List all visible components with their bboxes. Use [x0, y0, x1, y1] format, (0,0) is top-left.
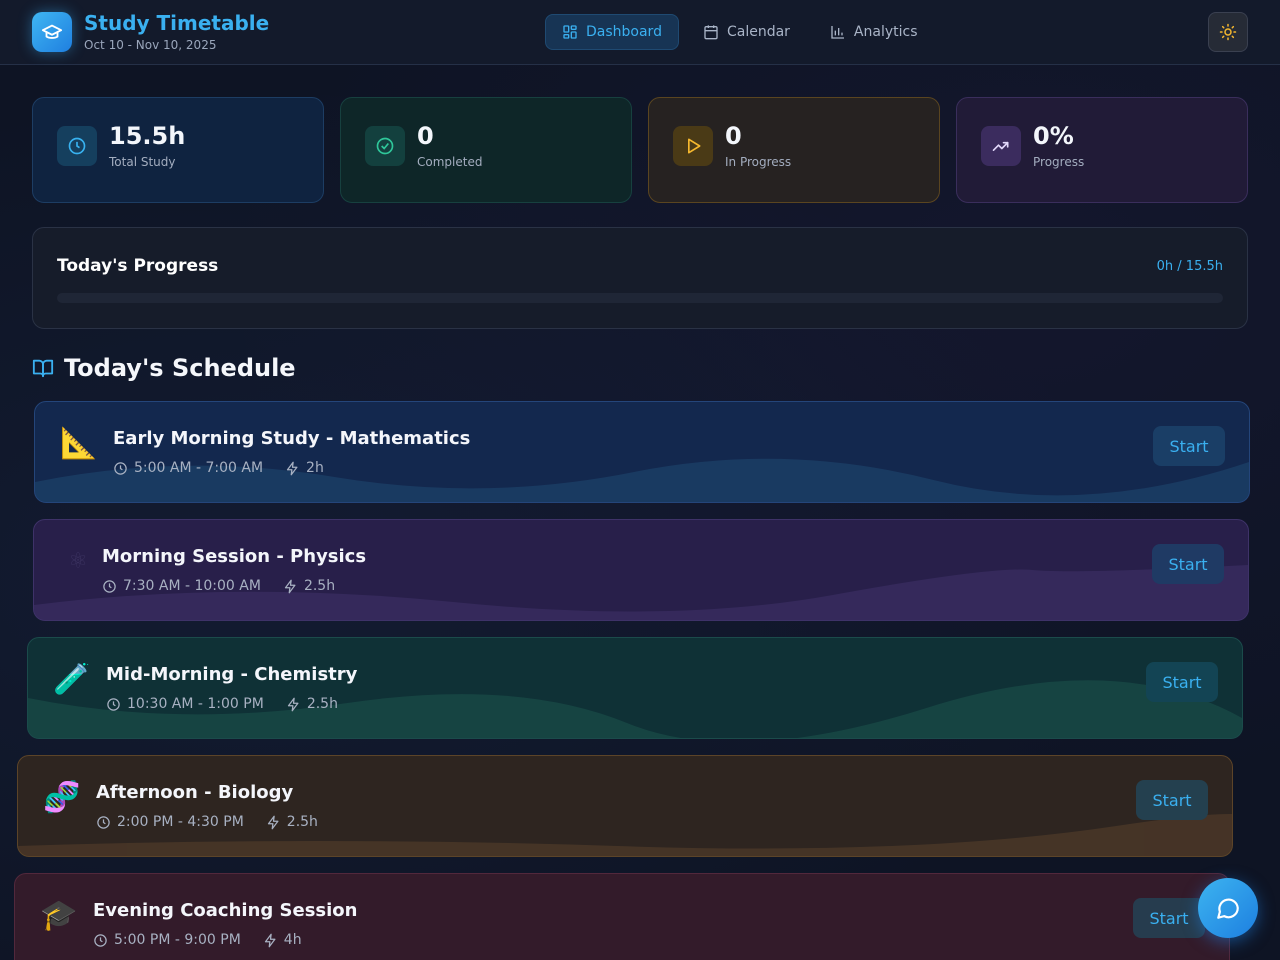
session-time: 10:30 AM - 1:00 PM [127, 696, 264, 712]
session-title: Morning Session - Physics [102, 546, 367, 567]
stat-value: 15.5h [109, 122, 186, 150]
stat-card-total-study: 15.5h Total Study [32, 97, 324, 203]
session-meta: 5:00 PM - 9:00 PM 4h [93, 930, 302, 950]
progress-title: Today's Progress [57, 256, 219, 276]
clock-icon [97, 815, 110, 829]
lightning-icon [284, 579, 296, 593]
calendar-icon [704, 25, 718, 40]
nav-dashboard-label: Dashboard [586, 24, 662, 40]
session-card[interactable]: 📐 Early Morning Study - Mathematics 5:00… [34, 401, 1250, 503]
lightning-icon [287, 697, 299, 711]
session-duration: 2.5h [306, 696, 338, 712]
bar-chart-icon [831, 26, 844, 39]
chat-bubble-icon [1217, 898, 1239, 919]
progress-value: 0h / 15.5h [1156, 259, 1223, 274]
session-emoji: 🎓 [40, 898, 78, 933]
session-duration: 2.5h [303, 578, 336, 594]
app-header: Study Timetable Oct 10 - Nov 10, 2025 Da… [0, 0, 1280, 65]
start-button[interactable]: Start [1136, 780, 1208, 820]
theme-toggle-button[interactable] [1208, 12, 1248, 52]
trending-up-icon [981, 126, 1021, 166]
stat-value: 0% [1033, 122, 1074, 150]
session-meta: 5:00 AM - 7:00 AM 2h [113, 458, 324, 478]
clock-icon [57, 126, 97, 166]
nav-analytics-label: Analytics [853, 24, 918, 40]
session-time: 2:00 PM - 4:30 PM [117, 814, 244, 830]
schedule-heading: Today's Schedule [32, 352, 296, 384]
progress-bar [57, 293, 1223, 303]
dashboard-icon [563, 25, 577, 39]
session-title: Afternoon - Biology [96, 782, 294, 803]
session-title: Evening Coaching Session [93, 900, 358, 921]
session-emoji: ⚛ [68, 549, 88, 574]
nav-calendar[interactable]: Calendar [687, 14, 806, 50]
session-duration: 2h [306, 460, 324, 476]
start-button[interactable]: Start [1133, 898, 1205, 938]
date-range: Oct 10 - Nov 10, 2025 [84, 38, 217, 52]
schedule-title: Today's Schedule [64, 354, 296, 382]
lightning-icon [264, 933, 276, 947]
stat-label: Progress [1033, 155, 1085, 169]
main-nav: Dashboard Calendar Analytics [545, 14, 934, 50]
session-duration: 4h [283, 932, 302, 948]
session-title: Mid-Morning - Chemistry [106, 664, 358, 685]
stat-label: Total Study [109, 155, 176, 169]
play-icon [673, 126, 713, 166]
session-emoji: 📐 [60, 426, 98, 461]
lightning-icon [267, 815, 279, 829]
session-emoji: 🧪 [53, 662, 91, 697]
sun-icon [1219, 23, 1237, 41]
stat-label: Completed [417, 155, 483, 169]
start-button[interactable]: Start [1153, 426, 1225, 466]
session-time: 5:00 AM - 7:00 AM [134, 460, 264, 476]
book-open-icon [32, 359, 54, 378]
stat-label: In Progress [725, 155, 792, 169]
chat-button[interactable] [1198, 878, 1258, 938]
nav-dashboard[interactable]: Dashboard [545, 14, 679, 50]
stat-card-in-progress: 0 In Progress [648, 97, 940, 203]
check-circle-icon [365, 126, 405, 166]
session-meta: 7:30 AM - 10:00 AM 2.5h [102, 576, 335, 596]
clock-icon [114, 461, 127, 475]
stat-value: 0 [725, 122, 742, 150]
session-time: 7:30 AM - 10:00 AM [123, 578, 261, 594]
session-card[interactable]: ⚛ Morning Session - Physics 7:30 AM - 10… [33, 519, 1249, 621]
start-button[interactable]: Start [1146, 662, 1218, 702]
session-meta: 10:30 AM - 1:00 PM 2.5h [106, 694, 338, 714]
session-title: Early Morning Study - Mathematics [113, 428, 471, 449]
session-card[interactable]: 🧬 Afternoon - Biology 2:00 PM - 4:30 PM … [17, 755, 1233, 857]
clock-icon [94, 933, 107, 947]
stat-value: 0 [417, 122, 434, 150]
clock-icon [103, 579, 116, 593]
start-button[interactable]: Start [1152, 544, 1224, 584]
app-title: Study Timetable [84, 11, 270, 35]
lightning-icon [286, 461, 298, 475]
graduation-cap-icon [32, 12, 72, 52]
session-meta: 2:00 PM - 4:30 PM 2.5h [96, 812, 318, 832]
session-duration: 2.5h [286, 814, 318, 830]
todays-progress-card: Today's Progress 0h / 15.5h [32, 227, 1248, 329]
stat-card-completed: 0 Completed [340, 97, 632, 203]
stat-card-progress: 0% Progress [956, 97, 1248, 203]
nav-calendar-label: Calendar [726, 24, 790, 40]
session-card[interactable]: 🎓 Evening Coaching Session 5:00 PM - 9:0… [14, 873, 1230, 960]
nav-analytics[interactable]: Analytics [814, 14, 934, 50]
clock-icon [107, 697, 120, 711]
session-card[interactable]: 🧪 Mid-Morning - Chemistry 10:30 AM - 1:0… [27, 637, 1243, 739]
session-emoji: 🧬 [43, 780, 81, 815]
session-time: 5:00 PM - 9:00 PM [114, 932, 241, 948]
